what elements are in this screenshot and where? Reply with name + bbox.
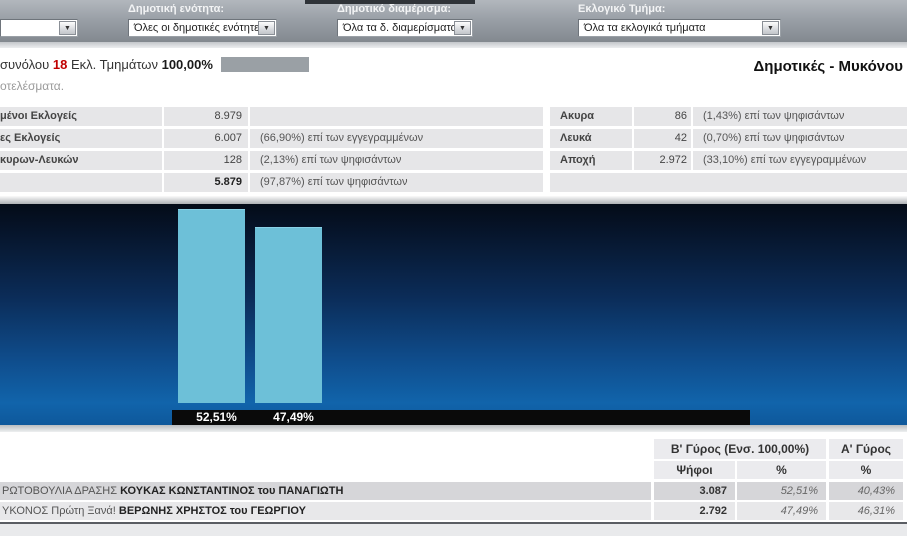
bar-candidate-1 (178, 209, 245, 403)
table-row: 5.879 (97,87%) επί των ψηφισάντων (0, 173, 543, 192)
chevron-down-icon[interactable]: ▼ (59, 21, 76, 35)
results-header-row-2: Ψήφοι % % (0, 461, 907, 479)
page-title: Δημοτικές - Μυκόνου (754, 58, 903, 75)
results-header-row-1: Β' Γύρος (Ενσ. 100,00%) Α' Γύρος (0, 439, 907, 459)
registered-voters-note (250, 107, 543, 126)
empty-cell (550, 173, 907, 192)
invalid-blank-label: κυρων-Λευκών (0, 151, 162, 170)
abstention-note: (33,10%) επί των εγγεγραμμένων (693, 151, 907, 170)
table-row: Ακυρα 86 (1,43%) επί των ψηφισάντων (550, 107, 907, 126)
blank-note: (0,70%) επί των ψηφισάντων (693, 129, 907, 148)
polling-station-label: Εκλογικό Τμήμα: (578, 3, 665, 15)
votes-header: Ψήφοι (654, 461, 735, 479)
candidate-2: ΒΕΡΩΝΗΣ ΧΡΗΣΤΟΣ του ΓΕΩΡΓΙΟΥ (119, 505, 306, 517)
chart-bottom-edge (0, 425, 907, 432)
table-row (550, 173, 907, 192)
party-2: ΥΚΟΝΟΣ Πρώτη Ξανά! (2, 505, 116, 517)
results-subtext: οτελέσματα. (0, 79, 64, 93)
progress-bar (221, 57, 309, 72)
party-1: ΡΩΤΟΒΟΥΛΙΑ ΔΡΑΣΗΣ (2, 485, 117, 497)
invalid-label: Ακυρα (550, 107, 632, 126)
voted-value: 6.007 (164, 129, 248, 148)
candidate-2-pct-a: 46,31% (829, 502, 903, 520)
blank-label: Λευκά (550, 129, 632, 148)
candidate-2-name: ΥΚΟΝΟΣ Πρώτη Ξανά! ΒΕΡΩΝΗΣ ΧΡΗΣΤΟΣ του Γ… (0, 502, 651, 520)
chevron-down-icon[interactable]: ▼ (454, 21, 471, 35)
invalid-blank-note: (2,13%) επί των ψηφισάντων (250, 151, 543, 170)
footer-area (0, 524, 907, 536)
abstention-value: 2.972 (634, 151, 691, 170)
blank-value: 42 (634, 129, 691, 148)
chart-label-strip (172, 410, 750, 425)
municipal-unit-select[interactable]: Όλες οι δημοτικές ενότητες ▼ (128, 19, 277, 37)
table-row: μένοι Εκλογείς 8.979 (0, 107, 543, 126)
registered-voters-label: μένοι Εκλογείς (0, 107, 162, 126)
status-prefix: συνόλου (0, 57, 49, 72)
table-row: Αποχή 2.972 (33,10%) επί των εγγεγραμμέν… (550, 151, 907, 170)
reporting-percent: 100,00% (162, 57, 213, 72)
candidate-1-pct-b: 52,51% (737, 482, 826, 500)
abstention-label: Αποχή (550, 151, 632, 170)
chevron-down-icon[interactable]: ▼ (258, 21, 275, 35)
candidate-1-votes: 3.087 (654, 482, 735, 500)
chevron-down-icon[interactable]: ▼ (762, 21, 779, 35)
voted-label: ες Εκλογείς (0, 129, 162, 148)
valid-note: (97,87%) επί των ψηφισάντων (250, 173, 543, 192)
filter-bar-bottom-edge (0, 42, 907, 48)
pct-b-header: % (737, 461, 826, 479)
municipal-unit-value: Όλες οι δημοτικές ενότητες (134, 22, 264, 34)
results-bar-chart: 52,51% 47,49% (0, 196, 907, 432)
station-count: 18 (53, 57, 67, 72)
municipal-district-label: Δημοτικό διαμέρισμα: (337, 3, 451, 15)
electorate-stats-table: μένοι Εκλογείς 8.979 ες Εκλογείς 6.007 (… (0, 107, 543, 192)
municipal-unit-label: Δημοτική ενότητα: (128, 3, 224, 15)
pct-a-header: % (829, 461, 903, 479)
status-middle: Εκλ. Τμημάτων (71, 57, 158, 72)
voted-note: (66,90%) επί των εγγεγραμμένων (250, 129, 543, 148)
round-a-header: Α' Γύρος (829, 439, 903, 459)
candidate-1-name: ΡΩΤΟΒΟΥΛΙΑ ΔΡΑΣΗΣ ΚΟΥΚΑΣ ΚΩΝΣΤΑΝΤΙΝΟΣ το… (0, 482, 651, 500)
election-results-page: ▼ Δημοτική ενότητα: Όλες οι δημοτικές εν… (0, 0, 907, 536)
municipal-district-value: Όλα τα δ. διαμερίσματα (343, 22, 457, 34)
candidate-2-votes: 2.792 (654, 502, 735, 520)
reporting-status: συνόλου 18 Εκλ. Τμημάτων 100,00% (0, 57, 309, 72)
bar-candidate-2 (255, 227, 322, 403)
invalid-note: (1,43%) επί των ψηφισάντων (693, 107, 907, 126)
candidate-1: ΚΟΥΚΑΣ ΚΩΝΣΤΑΝΤΙΝΟΣ του ΠΑΝΑΓΙΩΤΗ (120, 485, 343, 497)
registered-voters-value: 8.979 (164, 107, 248, 126)
bar-label-1: 52,51% (183, 410, 250, 425)
filter-bar: ▼ Δημοτική ενότητα: Όλες οι δημοτικές εν… (0, 0, 907, 42)
valid-label (0, 173, 162, 192)
table-row: κυρων-Λευκών 128 (2,13%) επί των ψηφισάν… (0, 151, 543, 170)
bar-label-2: 47,49% (260, 410, 327, 425)
round-b-header: Β' Γύρος (Ενσ. 100,00%) (654, 439, 826, 459)
municipal-district-select[interactable]: Όλα τα δ. διαμερίσματα ▼ (337, 19, 473, 37)
candidate-row-1: ΡΩΤΟΒΟΥΛΙΑ ΔΡΑΣΗΣ ΚΟΥΚΑΣ ΚΩΝΣΤΑΝΤΙΝΟΣ το… (0, 482, 907, 500)
invalid-value: 86 (634, 107, 691, 126)
candidate-2-pct-b: 47,49% (737, 502, 826, 520)
valid-value: 5.879 (164, 173, 248, 192)
invalid-blank-value: 128 (164, 151, 248, 170)
polling-station-select[interactable]: Όλα τα εκλογικά τμήματα ▼ (578, 19, 781, 37)
chart-background (0, 204, 907, 425)
polling-station-value: Όλα τα εκλογικά τμήματα (584, 22, 706, 34)
table-row: Λευκά 42 (0,70%) επί των ψηφισάντων (550, 129, 907, 148)
candidate-row-2: ΥΚΟΝΟΣ Πρώτη Ξανά! ΒΕΡΩΝΗΣ ΧΡΗΣΤΟΣ του Γ… (0, 502, 907, 520)
candidate-1-pct-a: 40,43% (829, 482, 903, 500)
table-row: ες Εκλογείς 6.007 (66,90%) επί των εγγεγ… (0, 129, 543, 148)
filter-select-cropped[interactable]: ▼ (0, 19, 78, 37)
ballot-stats-table: Ακυρα 86 (1,43%) επί των ψηφισάντων Λευκ… (550, 107, 907, 192)
chart-top-edge (0, 196, 907, 204)
